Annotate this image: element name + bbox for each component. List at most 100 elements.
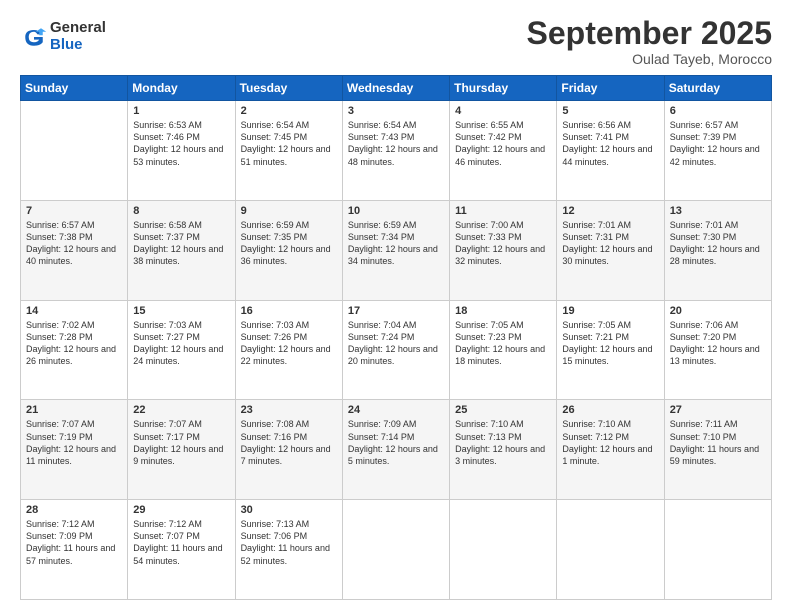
calendar-day-cell: 19Sunrise: 7:05 AMSunset: 7:21 PMDayligh… [557, 300, 664, 400]
calendar-day-cell: 8Sunrise: 6:58 AMSunset: 7:37 PMDaylight… [128, 200, 235, 300]
calendar-day-cell: 15 Sunrise: 7:03 AMSunset: 7:27 PMDayligh… [128, 300, 235, 400]
day-info: Sunrise: 7:00 AMSunset: 7:33 PMDaylight:… [455, 219, 551, 268]
logo-icon [20, 23, 48, 51]
calendar-day-cell: 30 Sunrise: 7:13 AMSunset: 7:06 PMDayligh… [235, 500, 342, 600]
day-number: 5 [562, 105, 658, 117]
day-info: Sunrise: 7:12 AMSunset: 7:07 PMDaylight:… [133, 518, 229, 567]
day-number: 1 [133, 105, 229, 117]
calendar-day-cell: 27Sunrise: 7:11 AMSunset: 7:10 PMDayligh… [664, 400, 771, 500]
day-number: 15 [133, 305, 229, 317]
day-info: Sunrise: 6:55 AMSunset: 7:42 PMDaylight:… [455, 119, 551, 168]
day-number: 4 [455, 105, 551, 117]
day-info: Sunrise: 7:11 AMSunset: 7:10 PMDaylight:… [670, 418, 766, 467]
header: General Blue September 2025 Oulad Tayeb,… [20, 16, 772, 67]
day-number: 9 [241, 205, 337, 217]
calendar-day-cell: 1Sunrise: 6:53 AMSunset: 7:46 PMDaylight… [128, 101, 235, 201]
calendar-empty-cell [21, 101, 128, 201]
day-number: 10 [348, 205, 444, 217]
day-info: Sunrise: 7:09 AMSunset: 7:14 PMDaylight:… [348, 418, 444, 467]
day-info: Sunrise: 7:12 AMSunset: 7:09 PMDaylight:… [26, 518, 122, 567]
day-number: 24 [348, 404, 444, 416]
day-number: 26 [562, 404, 658, 416]
calendar-day-cell: 26 Sunrise: 7:10 AMSunset: 7:12 PMDayligh… [557, 400, 664, 500]
day-info: Sunrise: 7:02 AMSunset: 7:28 PMDaylight:… [26, 319, 122, 368]
day-info: Sunrise: 7:05 AMSunset: 7:23 PMDaylight:… [455, 319, 551, 368]
calendar-weekday: Thursday [450, 76, 557, 101]
calendar-weekday: Saturday [664, 76, 771, 101]
day-number: 2 [241, 105, 337, 117]
day-info: Sunrise: 6:56 AMSunset: 7:41 PMDaylight:… [562, 119, 658, 168]
calendar-day-cell: 10 Sunrise: 6:59 AMSunset: 7:34 PMDayligh… [342, 200, 449, 300]
day-info: Sunrise: 6:57 AMSunset: 7:38 PMDaylight:… [26, 219, 122, 268]
day-number: 30 [241, 504, 337, 516]
calendar-weekday: Tuesday [235, 76, 342, 101]
page: General Blue September 2025 Oulad Tayeb,… [0, 0, 792, 612]
location: Oulad Tayeb, Morocco [527, 51, 772, 67]
calendar-empty-cell [342, 500, 449, 600]
day-info: Sunrise: 7:10 AMSunset: 7:12 PMDaylight:… [562, 418, 658, 467]
calendar-week-row: 1Sunrise: 6:53 AMSunset: 7:46 PMDaylight… [21, 101, 772, 201]
calendar-day-cell: 21 Sunrise: 7:07 AMSunset: 7:19 PMDayligh… [21, 400, 128, 500]
calendar-day-cell: 13 Sunrise: 7:01 AMSunset: 7:30 PMDayligh… [664, 200, 771, 300]
calendar-empty-cell [664, 500, 771, 600]
calendar-day-cell: 17Sunrise: 7:04 AMSunset: 7:24 PMDayligh… [342, 300, 449, 400]
day-info: Sunrise: 6:58 AMSunset: 7:37 PMDaylight:… [133, 219, 229, 268]
calendar-empty-cell [557, 500, 664, 600]
calendar-day-cell: 23 Sunrise: 7:08 AMSunset: 7:16 PMDayligh… [235, 400, 342, 500]
calendar-weekday: Friday [557, 76, 664, 101]
day-number: 25 [455, 404, 551, 416]
day-info: Sunrise: 7:03 AMSunset: 7:27 PMDaylight:… [133, 319, 229, 368]
calendar-week-row: 7 Sunrise: 6:57 AMSunset: 7:38 PMDaylight… [21, 200, 772, 300]
calendar-day-cell: 29 Sunrise: 7:12 AMSunset: 7:07 PMDayligh… [128, 500, 235, 600]
day-number: 7 [26, 205, 122, 217]
calendar-week-row: 28 Sunrise: 7:12 AMSunset: 7:09 PMDayligh… [21, 500, 772, 600]
day-info: Sunrise: 6:57 AMSunset: 7:39 PMDaylight:… [670, 119, 766, 168]
day-number: 13 [670, 205, 766, 217]
day-number: 23 [241, 404, 337, 416]
day-info: Sunrise: 6:54 AMSunset: 7:45 PMDaylight:… [241, 119, 337, 168]
logo-blue: Blue [50, 37, 106, 54]
day-number: 28 [26, 504, 122, 516]
day-number: 22 [133, 404, 229, 416]
day-info: Sunrise: 7:06 AMSunset: 7:20 PMDaylight:… [670, 319, 766, 368]
calendar-day-cell: 9 Sunrise: 6:59 AMSunset: 7:35 PMDaylight… [235, 200, 342, 300]
day-info: Sunrise: 7:08 AMSunset: 7:16 PMDaylight:… [241, 418, 337, 467]
calendar-day-cell: 25Sunrise: 7:10 AMSunset: 7:13 PMDayligh… [450, 400, 557, 500]
month-title: September 2025 [527, 16, 772, 51]
calendar-day-cell: 18Sunrise: 7:05 AMSunset: 7:23 PMDayligh… [450, 300, 557, 400]
calendar-day-cell: 14Sunrise: 7:02 AMSunset: 7:28 PMDayligh… [21, 300, 128, 400]
day-number: 6 [670, 105, 766, 117]
calendar-header-row: SundayMondayTuesdayWednesdayThursdayFrid… [21, 76, 772, 101]
calendar-day-cell: 22Sunrise: 7:07 AMSunset: 7:17 PMDayligh… [128, 400, 235, 500]
calendar-day-cell: 7 Sunrise: 6:57 AMSunset: 7:38 PMDaylight… [21, 200, 128, 300]
calendar-day-cell: 4 Sunrise: 6:55 AMSunset: 7:42 PMDaylight… [450, 101, 557, 201]
calendar-day-cell: 16 Sunrise: 7:03 AMSunset: 7:26 PMDayligh… [235, 300, 342, 400]
day-number: 19 [562, 305, 658, 317]
day-number: 29 [133, 504, 229, 516]
calendar-weekday: Sunday [21, 76, 128, 101]
day-info: Sunrise: 7:03 AMSunset: 7:26 PMDaylight:… [241, 319, 337, 368]
title-block: September 2025 Oulad Tayeb, Morocco [527, 16, 772, 67]
calendar-day-cell: 2 Sunrise: 6:54 AMSunset: 7:45 PMDaylight… [235, 101, 342, 201]
logo: General Blue [20, 20, 106, 53]
calendar-day-cell: 12Sunrise: 7:01 AMSunset: 7:31 PMDayligh… [557, 200, 664, 300]
calendar-day-cell: 24 Sunrise: 7:09 AMSunset: 7:14 PMDayligh… [342, 400, 449, 500]
day-info: Sunrise: 6:59 AMSunset: 7:34 PMDaylight:… [348, 219, 444, 268]
day-info: Sunrise: 7:04 AMSunset: 7:24 PMDaylight:… [348, 319, 444, 368]
day-number: 21 [26, 404, 122, 416]
calendar-day-cell: 5 Sunrise: 6:56 AMSunset: 7:41 PMDaylight… [557, 101, 664, 201]
day-info: Sunrise: 7:07 AMSunset: 7:19 PMDaylight:… [26, 418, 122, 467]
day-info: Sunrise: 7:01 AMSunset: 7:31 PMDaylight:… [562, 219, 658, 268]
day-number: 16 [241, 305, 337, 317]
calendar-day-cell: 6 Sunrise: 6:57 AMSunset: 7:39 PMDaylight… [664, 101, 771, 201]
calendar-day-cell: 3Sunrise: 6:54 AMSunset: 7:43 PMDaylight… [342, 101, 449, 201]
calendar-week-row: 14Sunrise: 7:02 AMSunset: 7:28 PMDayligh… [21, 300, 772, 400]
day-info: Sunrise: 7:13 AMSunset: 7:06 PMDaylight:… [241, 518, 337, 567]
calendar-day-cell: 28 Sunrise: 7:12 AMSunset: 7:09 PMDayligh… [21, 500, 128, 600]
logo-general: General [50, 20, 106, 37]
day-info: Sunrise: 7:01 AMSunset: 7:30 PMDaylight:… [670, 219, 766, 268]
day-info: Sunrise: 6:54 AMSunset: 7:43 PMDaylight:… [348, 119, 444, 168]
calendar-table: SundayMondayTuesdayWednesdayThursdayFrid… [20, 75, 772, 600]
day-number: 11 [455, 205, 551, 217]
day-info: Sunrise: 6:59 AMSunset: 7:35 PMDaylight:… [241, 219, 337, 268]
